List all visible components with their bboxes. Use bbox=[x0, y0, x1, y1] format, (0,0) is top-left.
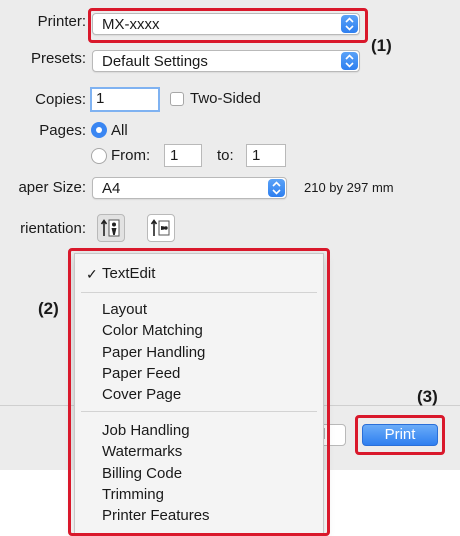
pages-to-field[interactable]: 1 bbox=[246, 144, 286, 167]
highlight-print-button bbox=[355, 415, 445, 455]
orientation-label: rientation: bbox=[20, 220, 86, 237]
pages-label: Pages: bbox=[39, 122, 86, 139]
highlight-printer bbox=[88, 8, 368, 43]
pages-from-radio[interactable] bbox=[91, 148, 107, 164]
paper-size-popup[interactable]: A4 bbox=[92, 177, 287, 199]
popup-stepper-icon bbox=[268, 179, 285, 197]
copies-field[interactable]: 1 bbox=[90, 87, 160, 112]
pages-all-radio[interactable] bbox=[91, 122, 107, 138]
popup-stepper-icon bbox=[341, 52, 358, 70]
presets-label: Presets: bbox=[30, 50, 86, 67]
portrait-icon bbox=[100, 219, 120, 237]
pages-to-label: to: bbox=[217, 147, 234, 164]
paper-size-value: A4 bbox=[102, 180, 121, 197]
copies-label: Copies: bbox=[35, 91, 86, 108]
portrait-orientation-button[interactable] bbox=[97, 214, 125, 242]
callout-1: (1) bbox=[371, 36, 392, 55]
paper-size-label: aper Size: bbox=[18, 179, 86, 196]
pages-all-label: All bbox=[111, 122, 128, 139]
presets-popup[interactable]: Default Settings bbox=[92, 50, 360, 72]
two-sided-checkbox[interactable] bbox=[170, 92, 184, 106]
printer-label: Printer: bbox=[37, 13, 86, 30]
presets-value: Default Settings bbox=[102, 53, 208, 70]
pages-from-label: From: bbox=[111, 147, 151, 164]
paper-dims-text: 210 by 297 mm bbox=[304, 180, 394, 195]
callout-3: (3) bbox=[417, 387, 438, 406]
two-sided-label: Two-Sided bbox=[190, 90, 261, 107]
highlight-menu bbox=[68, 248, 330, 536]
pages-from-field[interactable]: 1 bbox=[164, 144, 202, 167]
callout-2: (2) bbox=[38, 299, 59, 318]
landscape-orientation-button[interactable] bbox=[147, 214, 175, 242]
landscape-icon bbox=[150, 219, 170, 236]
